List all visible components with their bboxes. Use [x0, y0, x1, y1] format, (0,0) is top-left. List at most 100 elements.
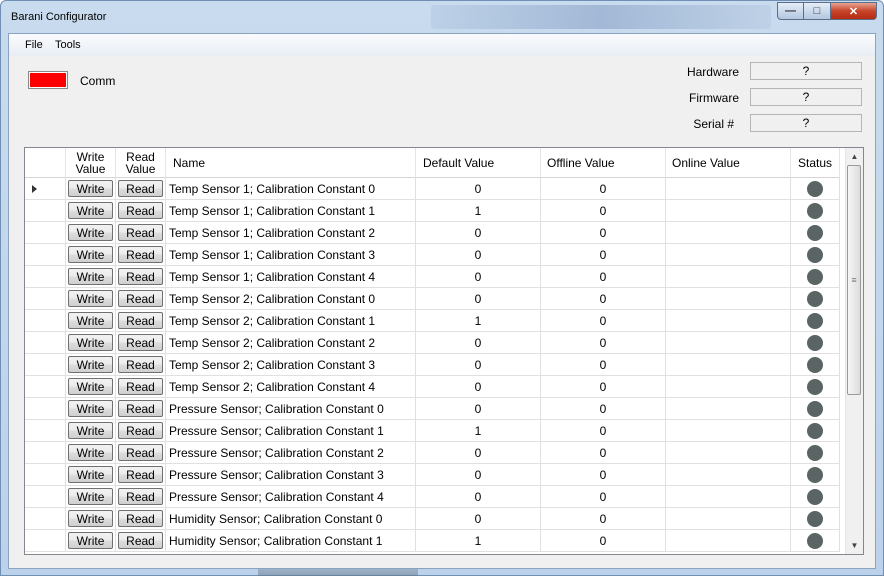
minimize-button[interactable]: — — [777, 2, 804, 20]
write-button[interactable]: Write — [68, 466, 113, 483]
offline-value-cell[interactable]: 0 — [541, 244, 666, 266]
online-value-cell[interactable] — [666, 486, 791, 508]
read-button[interactable]: Read — [118, 290, 163, 307]
menu-file[interactable]: File — [25, 39, 43, 51]
menu-tools[interactable]: Tools — [55, 39, 81, 51]
name-cell[interactable]: Pressure Sensor; Calibration Constant 1 — [166, 420, 416, 442]
col-header-online[interactable]: Online Value — [666, 148, 791, 178]
online-value-cell[interactable] — [666, 288, 791, 310]
col-header-default[interactable]: Default Value — [416, 148, 541, 178]
row-header[interactable] — [25, 486, 66, 508]
default-value-cell[interactable]: 1 — [416, 420, 541, 442]
name-cell[interactable]: Temp Sensor 2; Calibration Constant 3 — [166, 354, 416, 376]
vertical-scrollbar[interactable]: ▲ ≡ ▼ — [845, 148, 863, 554]
name-cell[interactable]: Humidity Sensor; Calibration Constant 0 — [166, 508, 416, 530]
online-value-cell[interactable] — [666, 222, 791, 244]
row-header[interactable] — [25, 266, 66, 288]
table-row[interactable]: Write Read Temp Sensor 2; Calibration Cons… — [25, 376, 840, 398]
online-value-cell[interactable] — [666, 200, 791, 222]
default-value-cell[interactable]: 0 — [416, 288, 541, 310]
write-button[interactable]: Write — [68, 378, 113, 395]
read-button[interactable]: Read — [118, 378, 163, 395]
read-button[interactable]: Read — [118, 400, 163, 417]
read-button[interactable]: Read — [118, 268, 163, 285]
online-value-cell[interactable] — [666, 530, 791, 552]
table-row[interactable]: Write Read Pressure Sensor; Calibration Co… — [25, 398, 840, 420]
name-cell[interactable]: Pressure Sensor; Calibration Constant 2 — [166, 442, 416, 464]
offline-value-cell[interactable]: 0 — [541, 420, 666, 442]
read-button[interactable]: Read — [118, 422, 163, 439]
row-header[interactable] — [25, 420, 66, 442]
read-button[interactable]: Read — [118, 356, 163, 373]
default-value-cell[interactable]: 0 — [416, 442, 541, 464]
name-cell[interactable]: Pressure Sensor; Calibration Constant 3 — [166, 464, 416, 486]
default-value-cell[interactable]: 0 — [416, 486, 541, 508]
read-button[interactable]: Read — [118, 444, 163, 461]
row-header[interactable] — [25, 354, 66, 376]
default-value-cell[interactable]: 1 — [416, 310, 541, 332]
table-row[interactable]: Write Read Temp Sensor 1; Calibration Cons… — [25, 200, 840, 222]
row-header[interactable] — [25, 508, 66, 530]
table-row[interactable]: Write Read Pressure Sensor; Calibration Co… — [25, 486, 840, 508]
row-header[interactable] — [25, 376, 66, 398]
write-button[interactable]: Write — [68, 510, 113, 527]
name-cell[interactable]: Temp Sensor 2; Calibration Constant 2 — [166, 332, 416, 354]
read-button[interactable]: Read — [118, 202, 163, 219]
online-value-cell[interactable] — [666, 332, 791, 354]
default-value-cell[interactable]: 0 — [416, 178, 541, 200]
row-header[interactable] — [25, 464, 66, 486]
default-value-cell[interactable]: 0 — [416, 222, 541, 244]
table-row[interactable]: Write Read Temp Sensor 2; Calibration Cons… — [25, 310, 840, 332]
default-value-cell[interactable]: 0 — [416, 244, 541, 266]
table-row[interactable]: Write Read Temp Sensor 1; Calibration Cons… — [25, 266, 840, 288]
read-button[interactable]: Read — [118, 180, 163, 197]
offline-value-cell[interactable]: 0 — [541, 398, 666, 420]
write-button[interactable]: Write — [68, 334, 113, 351]
table-row[interactable]: Write Read Pressure Sensor; Calibration Co… — [25, 420, 840, 442]
col-header-write[interactable]: Write Value — [66, 148, 116, 178]
row-header[interactable] — [25, 222, 66, 244]
table-row[interactable]: Write Read Temp Sensor 1; Calibration Cons… — [25, 222, 840, 244]
online-value-cell[interactable] — [666, 508, 791, 530]
read-button[interactable]: Read — [118, 466, 163, 483]
scroll-thumb[interactable]: ≡ — [847, 165, 861, 395]
online-value-cell[interactable] — [666, 420, 791, 442]
online-value-cell[interactable] — [666, 398, 791, 420]
col-header-offline[interactable]: Offline Value — [541, 148, 666, 178]
offline-value-cell[interactable]: 0 — [541, 266, 666, 288]
write-button[interactable]: Write — [68, 400, 113, 417]
read-button[interactable]: Read — [118, 488, 163, 505]
name-cell[interactable]: Temp Sensor 1; Calibration Constant 0 — [166, 178, 416, 200]
offline-value-cell[interactable]: 0 — [541, 222, 666, 244]
write-button[interactable]: Write — [68, 268, 113, 285]
row-header[interactable] — [25, 442, 66, 464]
online-value-cell[interactable] — [666, 442, 791, 464]
table-row[interactable]: Write Read Temp Sensor 2; Calibration Cons… — [25, 332, 840, 354]
default-value-cell[interactable]: 0 — [416, 332, 541, 354]
row-header[interactable] — [25, 288, 66, 310]
online-value-cell[interactable] — [666, 178, 791, 200]
offline-value-cell[interactable]: 0 — [541, 332, 666, 354]
offline-value-cell[interactable]: 0 — [541, 464, 666, 486]
table-row[interactable]: Write Read Temp Sensor 2; Calibration Cons… — [25, 288, 840, 310]
row-header[interactable] — [25, 244, 66, 266]
table-row[interactable]: Write Read Temp Sensor 1; Calibration Cons… — [25, 178, 840, 200]
read-button[interactable]: Read — [118, 510, 163, 527]
offline-value-cell[interactable]: 0 — [541, 442, 666, 464]
online-value-cell[interactable] — [666, 244, 791, 266]
online-value-cell[interactable] — [666, 376, 791, 398]
read-button[interactable]: Read — [118, 312, 163, 329]
name-cell[interactable]: Temp Sensor 1; Calibration Constant 1 — [166, 200, 416, 222]
row-header[interactable] — [25, 530, 66, 552]
title-bar[interactable]: Barani Configurator — □ ✕ — [1, 1, 883, 33]
name-cell[interactable]: Pressure Sensor; Calibration Constant 0 — [166, 398, 416, 420]
write-button[interactable]: Write — [68, 224, 113, 241]
table-row[interactable]: Write Read Pressure Sensor; Calibration Co… — [25, 442, 840, 464]
online-value-cell[interactable] — [666, 464, 791, 486]
read-button[interactable]: Read — [118, 334, 163, 351]
table-row[interactable]: Write Read Temp Sensor 2; Calibration Cons… — [25, 354, 840, 376]
default-value-cell[interactable]: 0 — [416, 464, 541, 486]
table-row[interactable]: Write Read Temp Sensor 1; Calibration Cons… — [25, 244, 840, 266]
offline-value-cell[interactable]: 0 — [541, 200, 666, 222]
offline-value-cell[interactable]: 0 — [541, 530, 666, 552]
